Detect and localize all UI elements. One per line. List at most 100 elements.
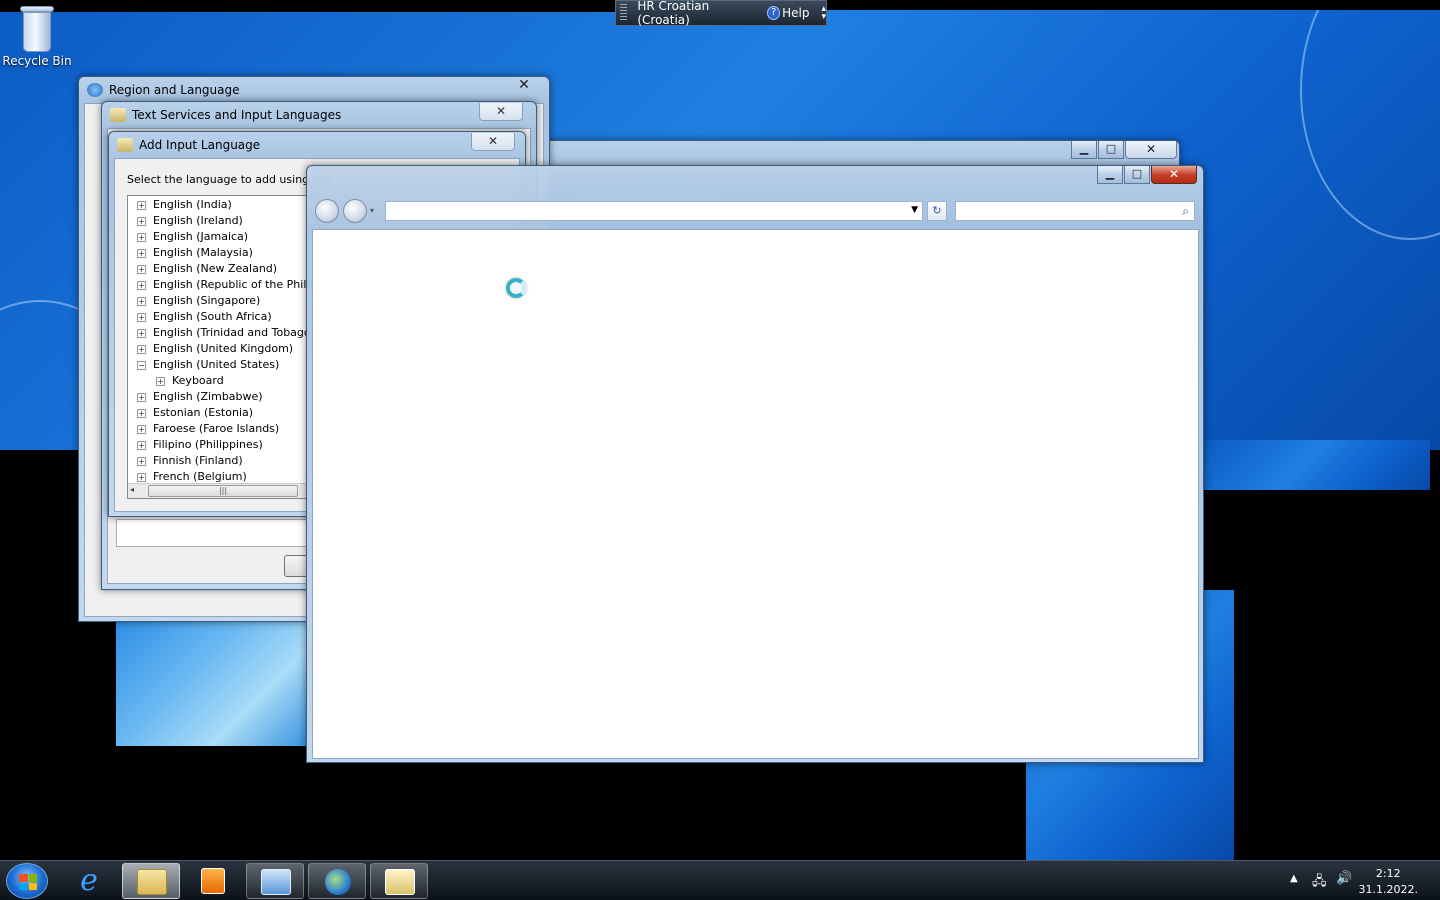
language-tree-item[interactable]: + English (South Africa): [128, 309, 322, 325]
language-tree-item[interactable]: + English (Ireland): [128, 213, 322, 229]
language-tree-item[interactable]: + Estonian (Estonia): [128, 405, 322, 421]
start-button[interactable]: [6, 863, 48, 899]
loading-spinner-icon: [506, 278, 526, 298]
language-label: Estonian (Estonia): [153, 406, 254, 419]
back-button[interactable]: [315, 199, 339, 223]
taskbar-text-services[interactable]: [370, 863, 428, 899]
search-input[interactable]: ⌕: [955, 201, 1195, 221]
clock-date: 31.1.2022.: [1358, 883, 1418, 896]
network-icon[interactable]: 🖧: [1312, 872, 1327, 894]
refresh-button[interactable]: ↻: [927, 201, 947, 221]
forward-button[interactable]: [343, 199, 367, 223]
input-language-indicator[interactable]: HR Croatian (Croatia): [637, 0, 755, 27]
desktop-wallpaper-fragment: [116, 620, 306, 746]
close-button[interactable]: ✕: [1125, 141, 1177, 159]
language-tree-item[interactable]: + Finnish (Finland): [128, 453, 322, 469]
expand-icon[interactable]: +: [137, 313, 146, 322]
language-tree-item[interactable]: + English (Jamaica): [128, 229, 322, 245]
taskbar-explorer[interactable]: [122, 863, 180, 899]
expand-icon[interactable]: +: [137, 393, 146, 402]
language-label: English (Singapore): [153, 294, 261, 307]
expand-icon[interactable]: +: [137, 457, 146, 466]
help-button[interactable]: Help: [782, 6, 809, 20]
collapse-icon[interactable]: −: [137, 361, 146, 370]
close-button[interactable]: ✕: [1151, 166, 1197, 184]
expand-icon[interactable]: +: [137, 425, 146, 434]
language-tree-item[interactable]: + English (Singapore): [128, 293, 322, 309]
taskbar-internet-explorer[interactable]: e: [60, 863, 118, 899]
expand-icon[interactable]: +: [137, 297, 146, 306]
search-icon[interactable]: ⌕: [1182, 204, 1189, 219]
close-button[interactable]: ✕: [504, 77, 544, 95]
system-clock[interactable]: 2:12 31.1.2022.: [1359, 866, 1418, 898]
media-player-icon: [201, 868, 225, 894]
minimize-button[interactable]: ▁: [1097, 166, 1123, 184]
close-button[interactable]: ✕: [479, 103, 523, 121]
maximize-button[interactable]: □: [1124, 166, 1150, 184]
language-tree-item[interactable]: + English (Republic of the Philippin: [128, 277, 322, 293]
drag-grip-icon[interactable]: [620, 4, 628, 22]
show-hidden-icons-icon[interactable]: ▲: [1290, 873, 1298, 884]
expand-icon[interactable]: +: [137, 281, 146, 290]
restore-langbar-icon[interactable]: ▴ ▾: [821, 5, 826, 22]
expand-icon[interactable]: +: [137, 233, 146, 242]
content-pane[interactable]: [312, 229, 1199, 759]
expand-icon[interactable]: +: [137, 217, 146, 226]
windows-logo-icon: [19, 874, 37, 890]
expand-icon[interactable]: +: [137, 441, 146, 450]
volume-icon[interactable]: 🔊: [1336, 871, 1352, 886]
scrollbar-thumb[interactable]: |||: [148, 485, 298, 497]
taskbar-control-panel[interactable]: [246, 863, 304, 899]
recycle-bin-shortcut[interactable]: Recycle Bin: [2, 6, 72, 68]
recycle-bin-label: Recycle Bin: [2, 54, 72, 68]
language-label: English (Trinidad and Tobago): [153, 326, 315, 339]
taskbar-region-language[interactable]: [308, 863, 366, 899]
scroll-left-icon[interactable]: ◂: [130, 485, 134, 494]
expand-icon[interactable]: +: [137, 473, 146, 482]
clock-time: 2:12: [1375, 867, 1401, 880]
language-tree-item[interactable]: + English (New Zealand): [128, 261, 322, 277]
language-tree-item[interactable]: + English (Trinidad and Tobago): [128, 325, 322, 341]
language-tree-item[interactable]: + English (Zimbabwe): [128, 389, 322, 405]
language-tree-items: + English (India) + English (Ireland) + Engli…: [128, 196, 322, 485]
language-tree-item[interactable]: − English (United States): [128, 357, 322, 373]
language-label: Finnish (Finland): [153, 454, 243, 467]
expand-icon[interactable]: +: [137, 409, 146, 418]
keyboard-icon: [110, 108, 126, 122]
language-tree-item[interactable]: + Filipino (Philippines): [128, 437, 322, 453]
expand-icon[interactable]: +: [137, 345, 146, 354]
expand-icon[interactable]: +: [137, 265, 146, 274]
language-tree[interactable]: + English (India) + English (Ireland) + Engli…: [127, 195, 323, 499]
language-tree-item[interactable]: + English (India): [128, 197, 322, 213]
language-label: English (India): [153, 198, 232, 211]
minimize-button[interactable]: ▁: [1071, 141, 1097, 159]
internet-explorer-icon: e: [80, 863, 98, 898]
close-button[interactable]: ✕: [471, 133, 515, 151]
black-redraw-area: [827, 0, 1440, 10]
expand-icon[interactable]: +: [137, 329, 146, 338]
language-tree-item[interactable]: + English (Malaysia): [128, 245, 322, 261]
address-dropdown-icon[interactable]: ▼: [911, 205, 918, 215]
maximize-button[interactable]: □: [1098, 141, 1124, 159]
recent-pages-icon[interactable]: ▾: [370, 206, 374, 215]
control-panel-icon: [261, 869, 291, 895]
horizontal-scrollbar[interactable]: ◂ |||: [128, 483, 322, 498]
expand-icon[interactable]: +: [137, 249, 146, 258]
language-label: English (United Kingdom): [153, 342, 294, 355]
expand-icon[interactable]: +: [137, 201, 146, 210]
language-label: English (New Zealand): [153, 262, 278, 275]
globe-clock-icon: [325, 869, 351, 895]
taskbar-media-player[interactable]: [184, 863, 242, 899]
language-bar[interactable]: HR Croatian (Croatia) ? Help ▴ ▾: [615, 0, 827, 27]
language-label: Keyboard: [172, 374, 224, 387]
dialog-title: Text Services and Input Languages: [132, 108, 342, 122]
black-redraw-area: [0, 0, 615, 12]
address-bar[interactable]: ▼: [385, 201, 923, 221]
language-label: English (Malaysia): [153, 246, 253, 259]
language-tree-item[interactable]: + English (United Kingdom): [128, 341, 322, 357]
help-icon[interactable]: ?: [767, 6, 781, 20]
language-tree-item[interactable]: + Faroese (Faroe Islands): [128, 421, 322, 437]
tree-child-item[interactable]: + Keyboard: [128, 373, 322, 389]
language-label: English (Zimbabwe): [153, 390, 263, 403]
expand-icon[interactable]: +: [156, 377, 165, 386]
